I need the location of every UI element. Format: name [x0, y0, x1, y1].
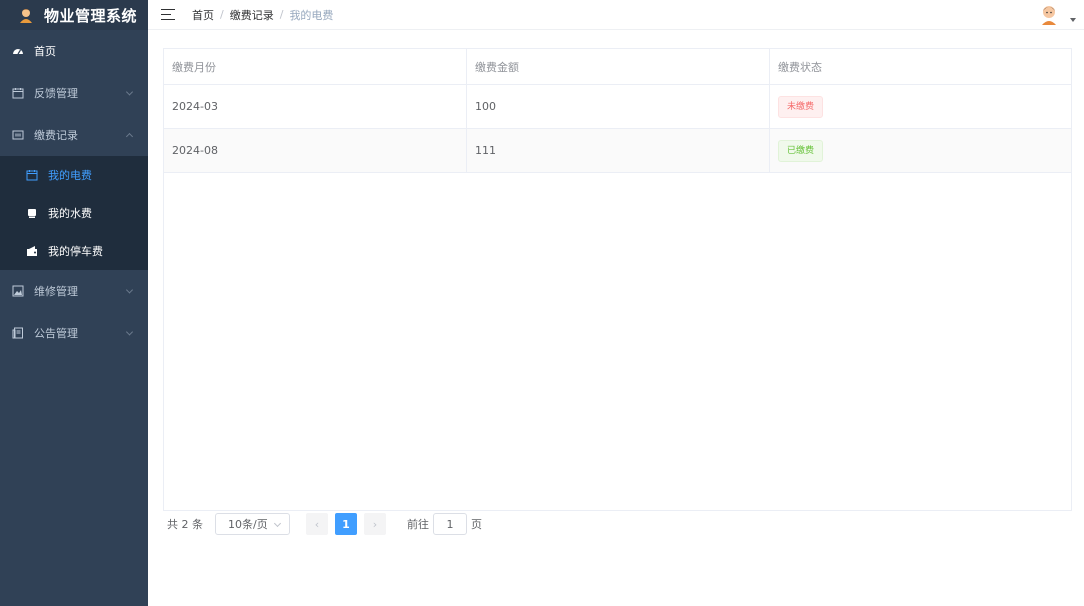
sidebar-item-label: 缴费记录	[34, 129, 78, 142]
status-badge-paid: 已缴费	[778, 139, 824, 162]
calendar-icon	[12, 87, 24, 99]
cell-amount: 100	[467, 85, 770, 128]
sidebar-item-label: 公告管理	[34, 327, 78, 340]
sidebar-item-repair[interactable]: 维修管理	[0, 270, 148, 312]
page-number-button[interactable]: 1	[335, 513, 357, 535]
bill-icon	[12, 129, 24, 141]
payment-submenu: 我的电费 我的水费 我的停车费	[0, 156, 148, 270]
column-header-amount[interactable]: 缴费金额	[467, 49, 770, 84]
chevron-down-icon	[273, 519, 282, 528]
cup-icon	[26, 207, 38, 219]
pagination-total: 共 2 条	[167, 518, 203, 531]
chevron-down-icon	[125, 286, 134, 294]
breadcrumb-separator: /	[279, 8, 284, 21]
sidebar-item-announcements[interactable]: 公告管理	[0, 312, 148, 354]
table-header-row: 缴费月份 缴费金额 缴费状态	[164, 49, 1071, 85]
sidebar-item-parking[interactable]: 我的停车费	[0, 232, 148, 270]
page-size-value: 10条/页	[228, 518, 268, 531]
sidebar-item-home[interactable]: 首页	[0, 30, 148, 72]
breadcrumb-separator: /	[220, 8, 224, 21]
goto-page-input[interactable]	[433, 513, 467, 535]
sidebar-item-payment-records[interactable]: 缴费记录	[0, 114, 148, 156]
app-title: 物业管理系统	[44, 6, 138, 25]
chevron-up-icon	[125, 132, 134, 141]
status-badge-unpaid: 未缴费	[778, 95, 824, 118]
table-row[interactable]: 2024-08 111 已缴费	[164, 129, 1071, 173]
top-navbar: 首页 / 缴费记录 / 我的电费	[148, 0, 1084, 30]
column-header-status[interactable]: 缴费状态	[770, 49, 1071, 84]
sidebar-item-label: 我的停车费	[48, 245, 103, 258]
sidebar-item-label: 我的电费	[48, 169, 92, 182]
cell-month: 2024-08	[164, 129, 467, 172]
column-header-month[interactable]: 缴费月份	[164, 49, 467, 84]
hamburger-menu-icon[interactable]	[161, 8, 175, 21]
pagination: 共 2 条 10条/页 ‹ 1 › 前往 页	[167, 513, 482, 535]
sidebar-item-label: 反馈管理	[34, 87, 78, 100]
chevron-down-icon	[125, 88, 134, 96]
page-size-select[interactable]: 10条/页	[215, 513, 290, 535]
dashboard-icon	[12, 45, 24, 57]
wallet-icon	[26, 245, 38, 257]
next-page-button[interactable]: ›	[364, 513, 386, 535]
prev-page-button[interactable]: ‹	[306, 513, 328, 535]
breadcrumb: 首页 / 缴费记录 / 我的电费	[192, 7, 333, 23]
sidebar-item-feedback[interactable]: 反馈管理	[0, 72, 148, 114]
calendar-icon	[26, 169, 38, 181]
picture-icon	[12, 285, 24, 297]
logo-avatar-icon	[18, 7, 34, 23]
goto-label: 前往	[407, 518, 429, 531]
sidebar-item-label: 我的水费	[48, 207, 92, 220]
table-row[interactable]: 2024-03 100 未缴费	[164, 85, 1071, 129]
app-logo-bar: 物业管理系统	[0, 0, 148, 30]
payment-table: 缴费月份 缴费金额 缴费状态 2024-03 100 未缴费 2024-08 1…	[163, 48, 1072, 511]
sidebar-item-label: 维修管理	[34, 285, 78, 298]
caret-down-icon[interactable]	[1070, 18, 1076, 22]
sidebar-item-label: 首页	[34, 45, 56, 58]
user-avatar[interactable]	[1038, 3, 1060, 25]
page-suffix-label: 页	[471, 518, 482, 531]
cell-amount: 111	[467, 129, 770, 172]
sidebar-item-water[interactable]: 我的水费	[0, 194, 148, 232]
page-jumper: 前往 页	[407, 513, 482, 535]
breadcrumb-payment-records[interactable]: 缴费记录	[230, 7, 274, 23]
sidebar: 物业管理系统 首页 反馈管理 缴费记录 我的电费 我的水费 我的停车费 维修管理…	[0, 0, 148, 606]
cell-status: 未缴费	[770, 85, 1071, 128]
breadcrumb-home[interactable]: 首页	[192, 7, 214, 23]
breadcrumb-current: 我的电费	[289, 8, 334, 22]
sidebar-item-electricity[interactable]: 我的电费	[0, 156, 148, 194]
cell-month: 2024-03	[164, 85, 467, 128]
cell-status: 已缴费	[770, 129, 1071, 172]
document-icon	[12, 327, 24, 339]
chevron-down-icon	[125, 328, 134, 336]
